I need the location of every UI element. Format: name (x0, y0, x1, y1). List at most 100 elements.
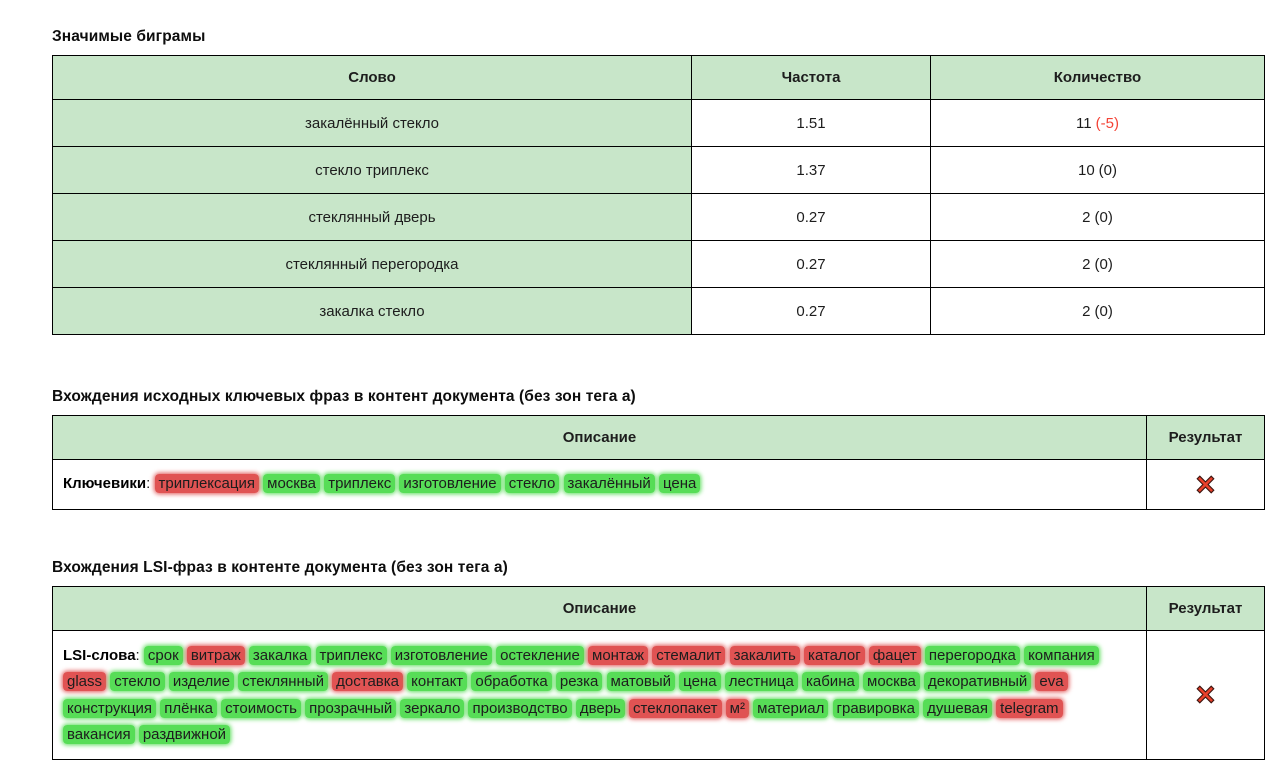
highlighted-word: м² (725, 698, 749, 718)
highlighted-word: остекление (496, 645, 584, 665)
highlighted-word: москва (863, 672, 920, 691)
highlighted-word: матовый (606, 672, 675, 691)
highlighted-word: стоимость (221, 698, 301, 718)
highlighted-word: стекло (110, 672, 165, 691)
bigram-word: стекло триплекс (52, 146, 692, 194)
highlighted-words: триплексация москва триплекс изготовлени… (154, 474, 701, 493)
label-separator: : (146, 475, 155, 492)
highlighted-word: telegram (996, 698, 1063, 718)
highlighted-word: изготовление (390, 645, 492, 665)
bigram-frequency: 1.51 (691, 99, 931, 147)
highlighted-word: закалить (729, 645, 800, 665)
column-header-description: Описание (52, 585, 1147, 631)
column-header-word: Слово (52, 55, 692, 100)
column-header-description: Описание (52, 415, 1147, 460)
highlighted-word: плёнка (160, 698, 217, 718)
highlighted-word: материал (753, 698, 829, 718)
highlighted-word: каталог (804, 645, 865, 665)
red-cross-icon (1196, 685, 1215, 704)
lsi-label: LSI-слова (63, 646, 136, 664)
highlighted-word: стекло (504, 474, 560, 493)
keywords-header-row: Описание Результат (52, 415, 1265, 460)
highlighted-word: закалка (248, 645, 312, 665)
bigram-count: 11 (-5) (930, 99, 1265, 147)
highlighted-word: доставка (332, 672, 403, 691)
table-row: закалённый стекло 1.51 11 (-5) (52, 99, 1265, 147)
highlighted-word: фацет (868, 645, 921, 665)
highlighted-word: вакансия (63, 725, 135, 744)
highlighted-word: цена (679, 672, 721, 691)
bigrams-section-title: Значимые биграмы (52, 28, 206, 45)
highlighted-word: витраж (186, 645, 245, 665)
highlighted-word: контакт (407, 672, 468, 691)
highlighted-word: резка (555, 672, 603, 691)
count-delta: (0) (1098, 161, 1118, 179)
bigrams-table: Слово Частота Количество закалённый стек… (52, 55, 1265, 335)
bigram-frequency: 0.27 (691, 193, 931, 241)
keywords-label: Ключевики (63, 475, 147, 492)
keywords-table: Описание Результат Ключевики: триплексац… (52, 415, 1265, 510)
highlighted-word: душевая (923, 698, 992, 718)
bigram-word: стеклянный перегородка (52, 240, 692, 288)
count-value: 2 (1082, 302, 1091, 320)
bigram-count: 2 (0) (930, 240, 1265, 288)
lsi-section-title: Вхождения LSI-фраз в контенте документа … (52, 558, 508, 576)
highlighted-word: производство (468, 698, 572, 718)
lsi-result (1146, 629, 1265, 760)
report-page: Значимые биграмы Слово Частота Количеств… (0, 0, 1276, 760)
highlighted-word: eva (1035, 672, 1068, 691)
highlighted-word: изделие (168, 672, 234, 691)
highlighted-word: зеркало (400, 698, 465, 718)
highlighted-word: декоративный (924, 672, 1032, 691)
bigrams-header-row: Слово Частота Количество (52, 55, 1265, 100)
highlighted-word: лестница (724, 672, 798, 691)
highlighted-word: стемалит (652, 645, 726, 665)
table-row: стеклянный перегородка 0.27 2 (0) (52, 240, 1265, 288)
column-header-frequency: Частота (691, 55, 931, 100)
count-value: 11 (1076, 114, 1092, 132)
bigram-count: 2 (0) (930, 287, 1265, 335)
highlighted-word: обработка (471, 672, 552, 691)
bigram-word: стеклянный дверь (52, 193, 692, 241)
bigram-frequency: 0.27 (691, 240, 931, 288)
bigram-count: 10 (0) (930, 146, 1265, 194)
bigram-word: закалка стекло (52, 287, 692, 335)
count-value: 2 (1082, 255, 1091, 273)
bigram-count: 2 (0) (930, 193, 1265, 241)
highlighted-word: стеклопакет (629, 698, 722, 718)
highlighted-word: перегородка (924, 645, 1020, 665)
highlighted-word: раздвижной (138, 725, 231, 744)
highlighted-word: прозрачный (305, 698, 397, 718)
highlighted-word: изготовление (399, 474, 501, 493)
table-row: LSI-слова: срок витраж закалка триплекс … (52, 629, 1265, 760)
count-delta: (0) (1094, 302, 1113, 320)
bigram-frequency: 1.37 (691, 146, 931, 194)
highlighted-word: кабина (801, 672, 859, 691)
column-header-count: Количество (930, 55, 1265, 100)
count-delta: (0) (1094, 208, 1113, 226)
highlighted-word: glass (63, 672, 107, 691)
highlighted-word: срок (143, 645, 183, 665)
highlighted-word: москва (263, 474, 321, 493)
count-value: 2 (1082, 208, 1091, 226)
column-header-result: Результат (1146, 585, 1265, 631)
highlighted-word: конструкция (63, 698, 157, 718)
lsi-header-row: Описание Результат (52, 585, 1265, 631)
highlighted-word: цена (658, 474, 701, 493)
highlighted-word: стеклянный (238, 672, 328, 691)
bigram-frequency: 0.27 (691, 287, 931, 335)
highlighted-word: закалённый (563, 474, 655, 493)
table-row: Ключевики: триплексация москва триплекс … (52, 459, 1265, 510)
keywords-result (1146, 459, 1265, 510)
highlighted-word: компания (1024, 645, 1099, 665)
lsi-description: LSI-слова: срок витраж закалка триплекс … (52, 629, 1147, 760)
highlighted-word: монтаж (588, 645, 649, 665)
keywords-section-title: Вхождения исходных ключевых фраз в конте… (52, 388, 636, 405)
highlighted-word: триплекс (315, 645, 387, 665)
label-separator: : (135, 646, 144, 664)
keywords-description: Ключевики: триплексация москва триплекс … (52, 459, 1147, 510)
table-row: стеклянный дверь 0.27 2 (0) (52, 193, 1265, 241)
highlighted-word: дверь (575, 698, 625, 718)
count-delta: (0) (1094, 255, 1113, 273)
highlighted-word: триплексация (154, 474, 259, 493)
